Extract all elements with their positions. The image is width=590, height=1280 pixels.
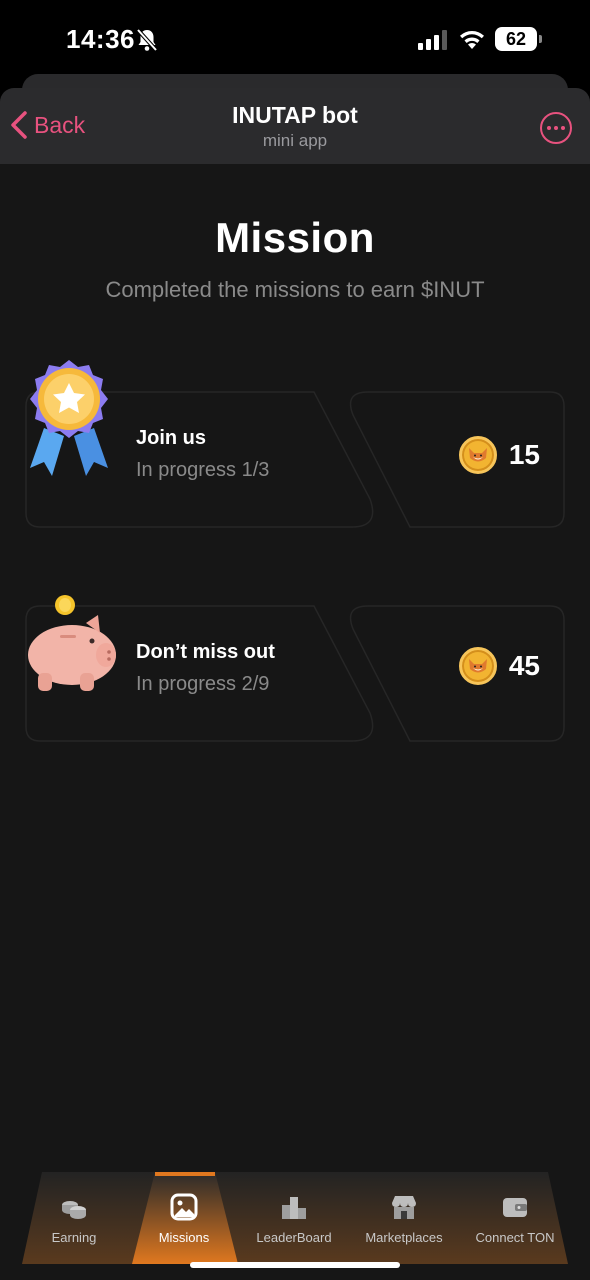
inut-coin-icon — [458, 647, 497, 685]
mini-app: Mission Completed the missions to earn $… — [0, 164, 590, 1280]
mission-card-dont-miss-out[interactable]: Don’t miss out In progress 2/9 45 — [0, 595, 590, 745]
nav-earning[interactable]: Earning — [21, 1192, 127, 1245]
nav-label: Earning — [51, 1230, 97, 1245]
reward-amount: 45 — [508, 650, 540, 681]
podium-icon — [282, 1197, 306, 1219]
bottom-navigation: Earning Missions LeaderBoard Marketplace… — [0, 1172, 590, 1264]
nav-marketplaces[interactable]: Marketplaces — [351, 1192, 457, 1245]
page-title: Mission — [215, 214, 375, 261]
nav-label: Marketplaces — [365, 1230, 443, 1245]
home-indicator[interactable] — [190, 1262, 400, 1268]
nav-connect-ton[interactable]: Connect TON — [462, 1192, 568, 1245]
more-options-button[interactable] — [540, 112, 572, 144]
bell-muted-icon — [136, 28, 158, 52]
wifi-icon — [460, 31, 484, 49]
nav-label: Missions — [158, 1230, 210, 1245]
coins-icon — [62, 1201, 86, 1219]
bot-subtitle: mini app — [262, 131, 328, 150]
ribbon-medal-icon — [30, 360, 108, 476]
nav-missions[interactable]: Missions — [131, 1192, 237, 1245]
status-time: 14:36 — [66, 24, 135, 54]
status-bar: 14:36 62 — [0, 0, 590, 80]
nav-label: Connect TON — [475, 1230, 555, 1245]
mission-progress: In progress 1/3 — [136, 459, 270, 481]
wallet-icon — [503, 1198, 527, 1217]
page-subtitle: Completed the missions to earn $INUT — [105, 277, 485, 302]
mission-reward: 45 — [458, 647, 540, 685]
bot-title: INUTAP bot — [232, 102, 358, 128]
mission-card-join-us[interactable]: Join us In progress 1/3 15 — [0, 360, 590, 531]
mission-reward: 15 — [458, 436, 540, 474]
battery-icon: 62 — [495, 27, 542, 51]
nav-label: LeaderBoard — [256, 1230, 332, 1245]
inut-coin-icon — [458, 436, 497, 474]
mission-progress: In progress 2/9 — [136, 673, 270, 695]
store-icon — [392, 1196, 416, 1219]
reward-amount: 15 — [508, 439, 540, 470]
image-icon — [170, 1193, 198, 1221]
telegram-header: Back INUTAP bot mini app — [0, 88, 590, 164]
mission-name: Join us — [136, 427, 207, 449]
cellular-signal-icon — [418, 30, 447, 50]
mission-name: Don’t miss out — [136, 641, 275, 663]
piggy-bank-icon — [28, 595, 116, 691]
nav-leaderboard[interactable]: LeaderBoard — [241, 1192, 347, 1245]
